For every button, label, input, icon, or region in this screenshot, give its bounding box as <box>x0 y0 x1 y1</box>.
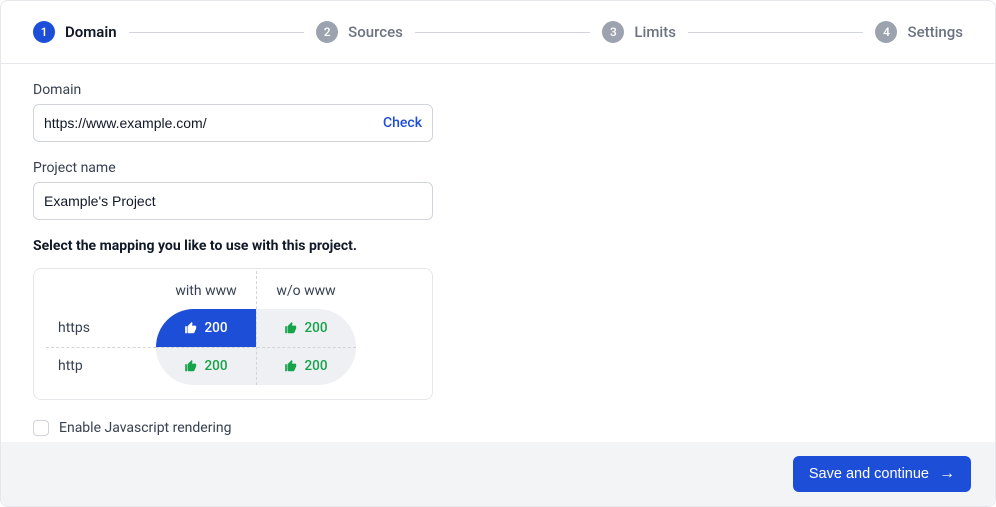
step-divider <box>129 32 305 33</box>
pill-grid: 200 200 200 <box>156 309 356 385</box>
row-label-https: https <box>46 310 156 346</box>
mapping-title: Select the mapping you like to use with … <box>33 238 963 254</box>
mapping-https-nowww[interactable]: 200 <box>256 309 356 347</box>
thumbs-up-icon <box>184 359 198 373</box>
step-settings[interactable]: 4 Settings <box>875 21 963 43</box>
project-name-label: Project name <box>33 160 433 176</box>
status-value: 200 <box>304 320 327 336</box>
js-rendering-checkbox[interactable] <box>33 420 49 436</box>
step-label: Sources <box>348 23 403 41</box>
step-number: 1 <box>33 21 55 43</box>
mapping-https-www[interactable]: 200 <box>156 309 256 347</box>
save-button-label: Save and continue <box>809 466 929 482</box>
mapping-box: with www w/o www https http 200 <box>33 268 433 400</box>
status-value: 200 <box>304 358 327 374</box>
form-content: Domain Check Project name Select the map… <box>1 64 995 442</box>
step-divider <box>415 32 591 33</box>
js-rendering-row: Enable Javascript rendering <box>33 420 963 436</box>
status-value: 200 <box>204 320 227 336</box>
horizontal-divider-outer <box>46 347 156 348</box>
project-name-group: Project name <box>33 160 433 220</box>
col-header-without-www: w/o www <box>256 283 356 309</box>
thumbs-up-icon <box>284 359 298 373</box>
domain-input[interactable] <box>44 115 373 131</box>
thumbs-up-icon <box>184 321 198 335</box>
settings-card: 1 Domain 2 Sources 3 Limits 4 Settings D… <box>0 0 996 507</box>
row-label-http: http <box>46 348 156 384</box>
step-number: 4 <box>875 21 897 43</box>
status-value: 200 <box>204 358 227 374</box>
step-number: 3 <box>602 21 624 43</box>
mapping-grid: with www w/o www https http 200 <box>46 283 420 385</box>
arrow-right-icon: → <box>939 466 955 482</box>
step-sources[interactable]: 2 Sources <box>316 21 403 43</box>
mapping-pill-area: 200 200 200 <box>156 309 356 385</box>
domain-label: Domain <box>33 82 433 98</box>
footer: Save and continue → <box>1 442 995 506</box>
domain-input-wrap: Check <box>33 104 433 142</box>
step-domain[interactable]: 1 Domain <box>33 21 117 43</box>
mapping-http-www[interactable]: 200 <box>156 347 256 385</box>
step-number: 2 <box>316 21 338 43</box>
mapping-http-nowww[interactable]: 200 <box>256 347 356 385</box>
step-divider <box>688 32 864 33</box>
step-limits[interactable]: 3 Limits <box>602 21 676 43</box>
thumbs-up-icon <box>284 321 298 335</box>
save-and-continue-button[interactable]: Save and continue → <box>793 456 971 492</box>
col-header-with-www: with www <box>156 283 256 309</box>
stepper: 1 Domain 2 Sources 3 Limits 4 Settings <box>1 1 995 64</box>
domain-group: Domain Check <box>33 82 433 142</box>
project-name-input[interactable] <box>44 193 422 209</box>
step-label: Limits <box>634 23 676 41</box>
check-button[interactable]: Check <box>383 115 422 131</box>
project-name-input-wrap <box>33 182 433 220</box>
js-rendering-label: Enable Javascript rendering <box>59 420 231 436</box>
step-label: Settings <box>907 23 963 41</box>
step-label: Domain <box>65 23 117 41</box>
